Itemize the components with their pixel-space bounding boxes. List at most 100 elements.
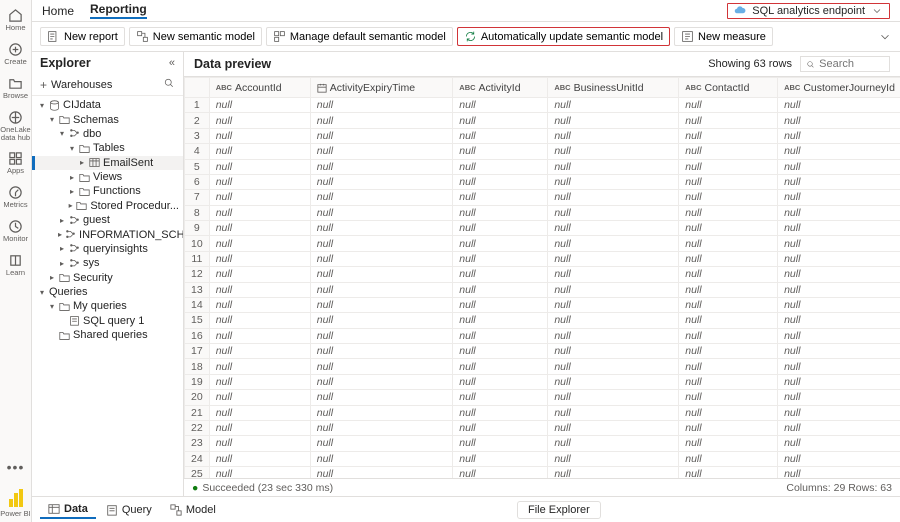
tree-node[interactable]: ▸Functions: [32, 184, 183, 198]
cell[interactable]: null: [209, 98, 310, 113]
tree-node[interactable]: ▸Stored Procedur...: [32, 199, 183, 213]
cell[interactable]: null: [548, 174, 679, 189]
tree-node[interactable]: ▾My queries: [32, 299, 183, 313]
cell[interactable]: null: [453, 451, 548, 466]
cell[interactable]: null: [209, 359, 310, 374]
cell[interactable]: null: [310, 420, 453, 435]
cell[interactable]: null: [548, 251, 679, 266]
cell[interactable]: null: [209, 236, 310, 251]
cell[interactable]: null: [209, 221, 310, 236]
cell[interactable]: null: [453, 328, 548, 343]
rail-item-folder[interactable]: Browse: [1, 72, 31, 106]
cell[interactable]: null: [209, 267, 310, 282]
table-row[interactable]: 8nullnullnullnullnullnullnull: [185, 205, 900, 220]
cell[interactable]: null: [453, 297, 548, 312]
cell[interactable]: null: [679, 267, 778, 282]
table-row[interactable]: 16nullnullnullnullnullnullnull: [185, 328, 900, 343]
table-row[interactable]: 15nullnullnullnullnullnullnull: [185, 313, 900, 328]
cell[interactable]: null: [310, 359, 453, 374]
cell[interactable]: null: [453, 359, 548, 374]
cell[interactable]: null: [209, 390, 310, 405]
cell[interactable]: null: [453, 236, 548, 251]
cell[interactable]: null: [453, 390, 548, 405]
table-row[interactable]: 4nullnullnullnullnullnullnull: [185, 144, 900, 159]
cell[interactable]: null: [453, 128, 548, 143]
bottom-tab-data[interactable]: Data: [40, 501, 96, 519]
cell[interactable]: null: [209, 174, 310, 189]
cell[interactable]: null: [310, 282, 453, 297]
table-row[interactable]: 18nullnullnullnullnullnullnull: [185, 359, 900, 374]
cell[interactable]: null: [679, 359, 778, 374]
table-row[interactable]: 3nullnullnullnullnullnullnull: [185, 128, 900, 143]
tree-node[interactable]: ▸Security: [32, 271, 183, 285]
cell[interactable]: null: [778, 297, 900, 312]
cell[interactable]: null: [679, 374, 778, 389]
cell[interactable]: null: [548, 159, 679, 174]
cell[interactable]: null: [778, 251, 900, 266]
cell[interactable]: null: [310, 313, 453, 328]
new-report-button[interactable]: New report: [40, 27, 125, 46]
table-row[interactable]: 5nullnullnullnullnullnullnull: [185, 159, 900, 174]
cell[interactable]: null: [778, 405, 900, 420]
cell[interactable]: null: [453, 159, 548, 174]
table-row[interactable]: 17nullnullnullnullnullnullnull: [185, 344, 900, 359]
cell[interactable]: null: [209, 436, 310, 451]
chevron-down-icon[interactable]: [878, 30, 892, 44]
rail-item-metrics[interactable]: Metrics: [1, 181, 31, 215]
cell[interactable]: null: [778, 236, 900, 251]
cell[interactable]: null: [778, 98, 900, 113]
tab-home[interactable]: Home: [42, 4, 74, 18]
cell[interactable]: null: [679, 159, 778, 174]
cell[interactable]: null: [310, 297, 453, 312]
rail-item-monitor[interactable]: Monitor: [1, 215, 31, 249]
table-row[interactable]: 7nullnullnullnullnullnullnull: [185, 190, 900, 205]
cell[interactable]: null: [548, 313, 679, 328]
cell[interactable]: null: [679, 420, 778, 435]
cell[interactable]: null: [548, 328, 679, 343]
cell[interactable]: null: [310, 113, 453, 128]
cell[interactable]: null: [310, 159, 453, 174]
cell[interactable]: null: [453, 221, 548, 236]
column-header[interactable]: ABCActivityId: [453, 78, 548, 98]
tree-node[interactable]: ▾Queries: [32, 285, 183, 299]
cell[interactable]: null: [209, 451, 310, 466]
cell[interactable]: null: [778, 390, 900, 405]
tree-node[interactable]: ▸guest: [32, 213, 183, 227]
cell[interactable]: null: [453, 174, 548, 189]
table-row[interactable]: 19nullnullnullnullnullnullnull: [185, 374, 900, 389]
cell[interactable]: null: [310, 190, 453, 205]
tree-node[interactable]: ▾Tables: [32, 141, 183, 155]
cell[interactable]: null: [209, 159, 310, 174]
cell[interactable]: null: [548, 297, 679, 312]
cell[interactable]: null: [778, 267, 900, 282]
cell[interactable]: null: [679, 405, 778, 420]
rail-item-plus-circle[interactable]: Create: [1, 38, 31, 72]
rail-item-onelake[interactable]: OneLake data hub: [1, 106, 31, 148]
cell[interactable]: null: [453, 144, 548, 159]
cell[interactable]: null: [679, 313, 778, 328]
new-measure-button[interactable]: New measure: [674, 27, 773, 46]
cell[interactable]: null: [209, 374, 310, 389]
cell[interactable]: null: [548, 282, 679, 297]
table-row[interactable]: 1nullnullnullnullnullnullnull: [185, 98, 900, 113]
cell[interactable]: null: [778, 205, 900, 220]
cell[interactable]: null: [209, 328, 310, 343]
cell[interactable]: null: [453, 282, 548, 297]
cell[interactable]: null: [679, 236, 778, 251]
table-row[interactable]: 24nullnullnullnullnullnullnull: [185, 451, 900, 466]
cell[interactable]: null: [453, 190, 548, 205]
cell[interactable]: null: [778, 328, 900, 343]
cell[interactable]: null: [310, 267, 453, 282]
table-row[interactable]: 21nullnullnullnullnullnullnull: [185, 405, 900, 420]
cell[interactable]: null: [778, 174, 900, 189]
cell[interactable]: null: [679, 98, 778, 113]
cell[interactable]: null: [548, 344, 679, 359]
rail-item-learn[interactable]: Learn: [1, 249, 31, 283]
column-header[interactable]: ABCCustomerJourneyId: [778, 78, 900, 98]
cell[interactable]: null: [209, 344, 310, 359]
cell[interactable]: null: [778, 359, 900, 374]
column-header[interactable]: ActivityExpiryTime: [310, 78, 453, 98]
cell[interactable]: null: [453, 420, 548, 435]
table-row[interactable]: 2nullnullnullnullnullnullnull: [185, 113, 900, 128]
cell[interactable]: null: [778, 159, 900, 174]
